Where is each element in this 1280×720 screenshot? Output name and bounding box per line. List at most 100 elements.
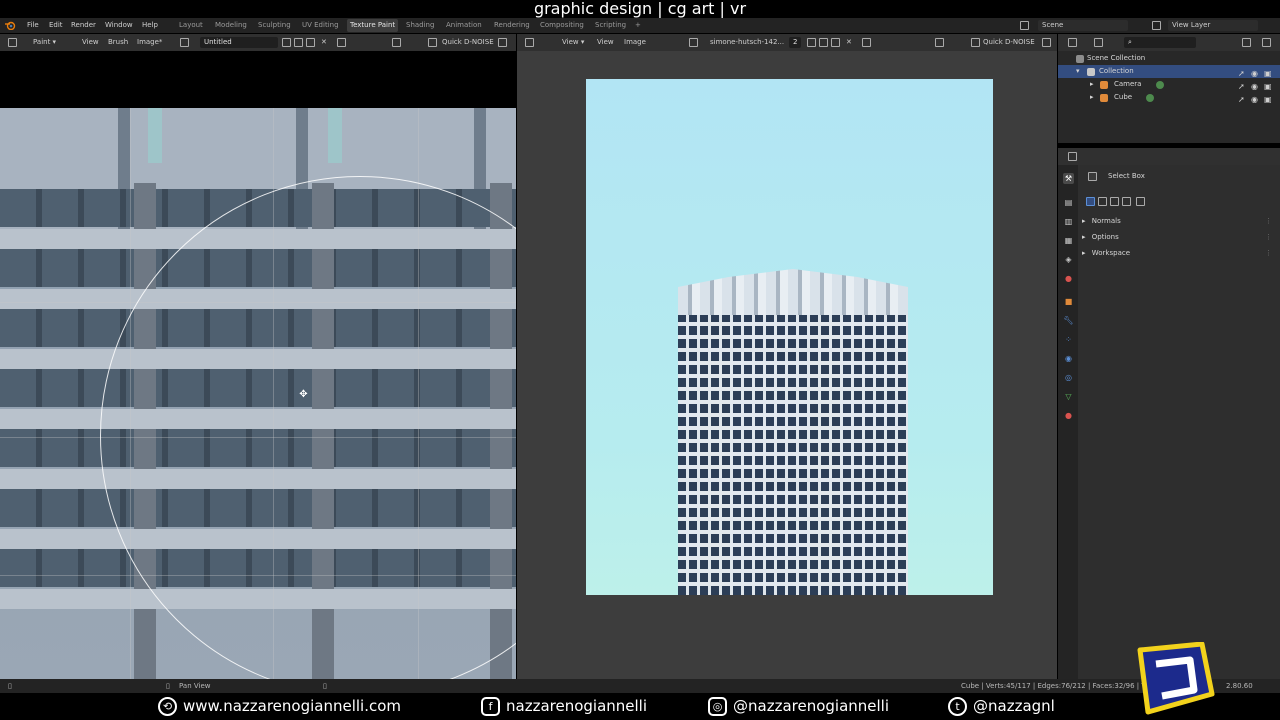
image-menu[interactable]: Image (621, 37, 649, 48)
scene-selector[interactable]: Scene (1038, 20, 1128, 31)
tool-tab-icon[interactable]: ⚒ (1063, 173, 1074, 184)
website-link[interactable]: ⟲ www.nazzarenogiannelli.com (158, 693, 401, 720)
outliner-row-collection[interactable]: ▾ Collection ➚ ◉ ▣ (1058, 65, 1280, 78)
view-layer-tab-icon[interactable]: ▦ (1063, 235, 1074, 246)
open-image-icon[interactable] (831, 38, 840, 47)
scene-tab-icon[interactable]: ◈ (1063, 254, 1074, 265)
editor-type-icon[interactable] (525, 38, 534, 47)
display-mode-icon[interactable] (935, 38, 944, 47)
menu-file[interactable]: File (27, 18, 39, 33)
select-mode-intersect-icon[interactable] (1136, 197, 1145, 206)
pin-icon[interactable] (337, 38, 346, 47)
overlay-icon[interactable] (1042, 38, 1051, 47)
view-menu[interactable]: View (594, 37, 617, 48)
tab-sculpting[interactable]: Sculpting (255, 19, 294, 32)
view-layer-icon[interactable] (1152, 21, 1161, 30)
add-workspace-button[interactable]: + (632, 19, 644, 32)
texture-paint-viewport[interactable]: ✥ (0, 51, 516, 679)
pin-icon[interactable] (862, 38, 871, 47)
menu-edit[interactable]: Edit (49, 18, 63, 33)
quick-denoise-button[interactable]: Quick D-NOISE (980, 37, 1038, 48)
constraints-tab-icon[interactable]: ◎ (1063, 372, 1074, 383)
view-menu[interactable]: View (79, 37, 102, 48)
unlink-image-icon[interactable]: ✕ (843, 37, 855, 48)
panel-workspace[interactable]: ▸ Workspace ⋮ (1082, 246, 1272, 260)
tab-shading[interactable]: Shading (403, 19, 437, 32)
menu-window[interactable]: Window (105, 18, 133, 33)
drag-handle-icon[interactable]: ⋮ (1265, 214, 1272, 228)
camera-data-icon[interactable] (1156, 81, 1164, 89)
fake-user-icon[interactable] (282, 38, 291, 47)
new-collection-icon[interactable] (1262, 38, 1271, 47)
render-camera-icon[interactable]: ▣ (1264, 93, 1272, 106)
open-image-icon[interactable] (306, 38, 315, 47)
image-editor-viewport[interactable] (517, 51, 1057, 679)
image-menu[interactable]: Image* (134, 37, 165, 48)
expand-arrow-icon[interactable]: ▸ (1090, 78, 1094, 91)
outliner-row-camera[interactable]: ▸ Camera ➚ ◉ ▣ (1058, 78, 1280, 91)
outliner-row-cube[interactable]: ▸ Cube ➚ ◉ ▣ (1058, 91, 1280, 104)
tab-animation[interactable]: Animation (443, 19, 485, 32)
select-mode-subtract-icon[interactable] (1110, 197, 1119, 206)
expand-arrow-icon[interactable]: ▸ (1090, 91, 1094, 104)
display-mode-icon[interactable] (1094, 38, 1103, 47)
object-tab-icon[interactable]: ■ (1063, 296, 1074, 307)
visibility-eye-icon[interactable]: ◉ (1251, 93, 1258, 106)
material-tab-icon[interactable]: ● (1063, 410, 1074, 421)
tab-rendering[interactable]: Rendering (491, 19, 533, 32)
reference-image-name[interactable]: simone-hutsch-142... (707, 37, 787, 48)
scene-icon[interactable] (1020, 21, 1029, 30)
render-tab-icon[interactable]: ▤ (1063, 197, 1074, 208)
outliner-row-scene-collection[interactable]: Scene Collection (1058, 52, 1280, 65)
facebook-link[interactable]: f nazzarenogiannelli (481, 693, 647, 720)
panel-options[interactable]: ▸ Options ⋮ (1082, 230, 1272, 244)
denoise-icon[interactable] (971, 38, 980, 47)
unlink-image-icon[interactable]: ✕ (318, 37, 330, 48)
denoise-icon[interactable] (428, 38, 437, 47)
display-mode-icon[interactable] (392, 38, 401, 47)
image-users-count[interactable]: 2 (789, 37, 801, 48)
view-dropdown[interactable]: View ▾ (559, 37, 587, 48)
expand-arrow-icon[interactable]: ▾ (1076, 65, 1080, 78)
menu-render[interactable]: Render (71, 18, 96, 33)
tab-texture-paint[interactable]: Texture Paint (347, 19, 399, 32)
tab-uv-editing[interactable]: UV Editing (299, 19, 342, 32)
output-tab-icon[interactable]: ▥ (1063, 216, 1074, 227)
outliner-search-input[interactable]: ⌕ (1124, 37, 1196, 48)
editor-type-icon[interactable] (1068, 152, 1077, 161)
filter-icon[interactable] (1242, 38, 1251, 47)
select-toggle-icon[interactable]: ➚ (1238, 93, 1245, 106)
physics-tab-icon[interactable]: ◉ (1063, 353, 1074, 364)
menu-help[interactable]: Help (142, 18, 158, 33)
image-browse-icon[interactable] (689, 38, 698, 47)
quick-denoise-button[interactable]: Quick D-NOISE (439, 37, 497, 48)
twitter-link[interactable]: t @nazzagnl (948, 693, 1055, 720)
instagram-link[interactable]: ◎ @nazzarenogiannelli (708, 693, 889, 720)
overlay-icon[interactable] (498, 38, 507, 47)
world-tab-icon[interactable]: ● (1063, 273, 1074, 284)
drag-handle-icon[interactable]: ⋮ (1265, 230, 1272, 244)
mesh-data-icon[interactable] (1146, 94, 1154, 102)
select-mode-invert-icon[interactable] (1122, 197, 1131, 206)
brush-menu[interactable]: Brush (105, 37, 131, 48)
tab-layout[interactable]: Layout (176, 19, 206, 32)
tab-scripting[interactable]: Scripting (592, 19, 629, 32)
new-image-icon[interactable] (294, 38, 303, 47)
blender-logo-icon[interactable] (5, 21, 16, 30)
view-layer-selector[interactable]: View Layer (1168, 20, 1258, 31)
fake-user-icon[interactable] (807, 38, 816, 47)
image-name-field[interactable]: Untitled (200, 37, 278, 48)
data-tab-icon[interactable]: ▽ (1063, 391, 1074, 402)
drag-handle-icon[interactable]: ⋮ (1265, 246, 1272, 260)
tab-modeling[interactable]: Modeling (212, 19, 250, 32)
editor-type-icon[interactable] (8, 38, 17, 47)
image-browse-icon[interactable] (180, 38, 189, 47)
editor-type-icon[interactable] (1068, 38, 1077, 47)
select-mode-set-icon[interactable] (1086, 197, 1095, 206)
panel-normals[interactable]: ▸ Normals ⋮ (1082, 214, 1272, 228)
new-image-icon[interactable] (819, 38, 828, 47)
paint-mode-dropdown[interactable]: Paint ▾ (30, 37, 59, 48)
particles-tab-icon[interactable]: ⁘ (1063, 334, 1074, 345)
select-box-tool-icon[interactable] (1088, 172, 1097, 181)
tab-compositing[interactable]: Compositing (537, 19, 587, 32)
